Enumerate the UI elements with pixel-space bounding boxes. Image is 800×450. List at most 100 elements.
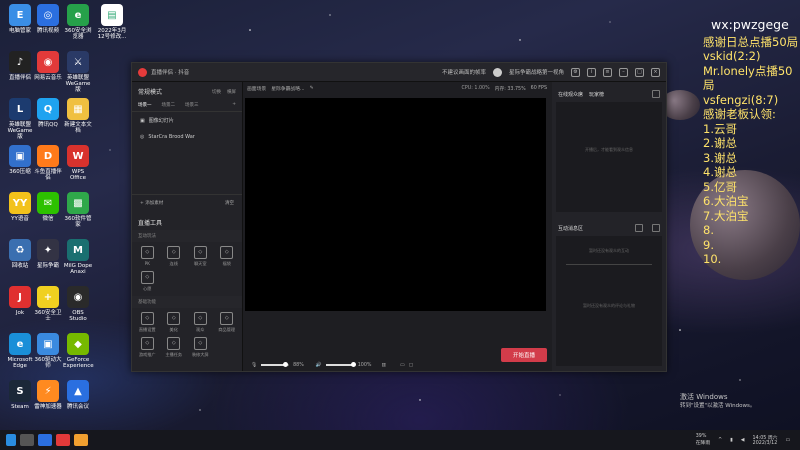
chevron-up-icon[interactable]: ^ [718, 438, 722, 443]
tool-item[interactable]: ◇ 商品管理 [214, 312, 241, 333]
desktop-icon[interactable]: W WPS Office [63, 145, 93, 181]
game-name[interactable]: 星际争霸战略第一视角 [509, 68, 564, 76]
overlay-line: 4.谢总 [703, 165, 737, 179]
tool-item[interactable]: ◇ 主播任务 [161, 337, 188, 358]
volume-icon[interactable]: ◀ [741, 438, 745, 443]
desktop-icon[interactable]: ⚡ 雷神加速器 [33, 380, 63, 410]
clock[interactable]: 14:05 周六 2022/3/12 [753, 434, 778, 446]
memory-usage: 内存: 33.75% [494, 86, 526, 92]
add-scene-icon[interactable]: + [232, 102, 236, 108]
tool-item[interactable]: ◇ 装修大屏 [187, 337, 214, 358]
viewers-header: 在线观众席 玩家榜 [552, 82, 666, 102]
weather-widget[interactable]: 39% 在降雨 [696, 434, 710, 446]
microphone-icon[interactable]: 🎙 [251, 363, 257, 368]
desktop-icon[interactable]: ♻ 回收站 [5, 239, 35, 269]
tab-online-viewers[interactable]: 在线观众席 [558, 91, 583, 98]
desktop-icon[interactable]: D 斗鱼直播伴侣 [33, 145, 63, 181]
desktop-icon[interactable]: YY YY语音 [5, 192, 35, 222]
app-icon: e [9, 333, 31, 355]
tab-current-scene[interactable]: 星际争霸战略... [271, 85, 304, 92]
maximize-icon[interactable]: □ [635, 67, 644, 77]
close-icon[interactable]: × [651, 67, 660, 77]
tool-item[interactable]: ◇ 心愿 [134, 271, 161, 292]
desktop-icon[interactable]: S Steam [5, 380, 35, 410]
tab-scene-2[interactable]: 场景二 [162, 102, 176, 108]
tool-item[interactable]: ◇ 福袋 [214, 246, 241, 267]
source-label: StarCra Brood War [148, 134, 195, 140]
desktop-icon[interactable]: ♪ 直播伴侣 [5, 51, 35, 81]
tool-label: 美化 [169, 327, 178, 332]
desktop-icon[interactable]: M MilG Dope Anaxi [63, 239, 93, 275]
tab-scene-3[interactable]: 场景三 [185, 102, 199, 108]
tool-item[interactable]: ◇ 聊天室 [187, 246, 214, 267]
desktop-icon[interactable]: ◎ 腾讯视频 [33, 4, 63, 34]
desktop-icon[interactable]: Q 腾讯QQ [33, 98, 63, 128]
popout-icon[interactable] [652, 90, 660, 98]
avatar[interactable] [492, 67, 502, 77]
settings-icon[interactable]: ⚙ [571, 67, 580, 77]
camera-icon[interactable]: ▭ [400, 363, 405, 368]
desktop-icon[interactable]: ▣ 360压缩 [5, 145, 35, 175]
notification-icon[interactable]: ▭ [785, 438, 790, 443]
start-button[interactable] [6, 434, 16, 446]
desktop-icon[interactable]: J Jok [5, 286, 35, 316]
file-explorer-icon[interactable] [38, 434, 52, 446]
landscape-toggle[interactable]: 横屏 [227, 89, 236, 95]
clear-sources-button[interactable]: 清空 [225, 200, 234, 206]
notice-text[interactable]: 不建议画面的帧率 [442, 68, 486, 76]
source-item-slideshow[interactable]: ▣ 图像幻灯片 [132, 112, 242, 129]
source-item-game[interactable]: ◎ StarCra Brood War [132, 129, 242, 145]
title-bar[interactable]: 直播伴侣 · 抖音 不建议画面的帧率 星际争霸战略第一视角 ⚙ i ≡ – □ … [132, 63, 666, 82]
mic-volume-slider[interactable] [261, 362, 290, 367]
go-live-button[interactable]: 开始直播 [501, 348, 547, 362]
live-companion-taskbar-icon[interactable] [56, 434, 70, 446]
tool-item[interactable]: ◇ PK [134, 246, 161, 267]
live-companion-window[interactable]: 直播伴侣 · 抖音 不建议画面的帧率 星际争霸战略第一视角 ⚙ i ≡ – □ … [131, 62, 667, 372]
desktop-icon[interactable]: E 电脑管家 [5, 4, 35, 34]
speaker-volume-slider[interactable] [325, 362, 357, 367]
desktop-icon[interactable]: L 英雄联盟WeGame版 [5, 98, 35, 140]
add-source-button[interactable]: + 添加素材 [140, 200, 163, 206]
menu-icon[interactable]: ≡ [603, 67, 612, 77]
settings-icon[interactable] [635, 224, 643, 232]
overlay-line: 感谢日总点播50局 [703, 34, 799, 49]
desktop-icon[interactable]: ▣ 360驱动大师 [33, 333, 63, 369]
popout-icon[interactable] [652, 224, 660, 232]
desktop-icon[interactable]: ◉ OBS Studio [63, 286, 93, 322]
group-label-basic: 基础功能 [132, 296, 242, 308]
desktop-icon[interactable]: ⚔ 英雄联盟WeGame版 [63, 51, 93, 93]
desktop-icon[interactable]: ▲ 腾讯会议 [63, 380, 93, 410]
divider-handle[interactable] [566, 264, 652, 265]
desktop-icon[interactable]: ◆ GeForce Experience [63, 333, 94, 369]
edit-icon[interactable]: ✎ [310, 86, 314, 91]
tool-item[interactable]: ◇ 美化 [161, 312, 188, 333]
desktop-icon[interactable]: e 360安全浏览器 [63, 4, 93, 40]
desktop-icon[interactable]: ✦ 星际争霸 [33, 239, 63, 269]
network-icon[interactable]: ▮ [730, 438, 733, 443]
tool-item[interactable]: ◇ 连线 [161, 246, 188, 267]
minimize-icon[interactable]: – [619, 67, 628, 77]
desktop-icon[interactable]: ▤ 2022年3月12号修改... [97, 4, 127, 40]
desktop-icon[interactable]: ✉ 微信 [33, 192, 63, 222]
desktop-icon-label: 电脑管家 [8, 28, 31, 34]
desktop-icon[interactable]: ▦ 新建文本文档 [63, 98, 93, 134]
folder-icon[interactable] [74, 434, 88, 446]
desktop-icon[interactable]: +360安全卫士 [33, 286, 63, 322]
tool-item[interactable]: ◇ 观众 [187, 312, 214, 333]
mixer-icon[interactable]: ▥ [381, 363, 386, 368]
speaker-icon[interactable]: 🔊 [316, 363, 322, 368]
tab-scene-view[interactable]: 画面场景 [247, 85, 266, 92]
screen-icon[interactable]: ▢ [409, 363, 414, 368]
info-icon[interactable]: i [587, 67, 596, 77]
tool-item[interactable]: ◇ 直播设置 [134, 312, 161, 333]
app-icon: ▤ [101, 4, 123, 26]
desktop-icon[interactable]: e Microsoft Edge [5, 333, 35, 369]
desktop-icon[interactable]: ◉ 网易云音乐 [33, 51, 63, 81]
tab-scene-1[interactable]: 场景一 [138, 102, 152, 108]
mode-switch-button[interactable]: 切换 [212, 89, 221, 95]
stream-preview[interactable] [245, 98, 546, 311]
search-icon[interactable] [20, 434, 34, 446]
tool-item[interactable]: ◇ 游戏推广 [134, 337, 161, 358]
desktop-icon[interactable]: ▩ 360软件管家 [63, 192, 93, 228]
tab-player-rank[interactable]: 玩家榜 [589, 91, 604, 98]
